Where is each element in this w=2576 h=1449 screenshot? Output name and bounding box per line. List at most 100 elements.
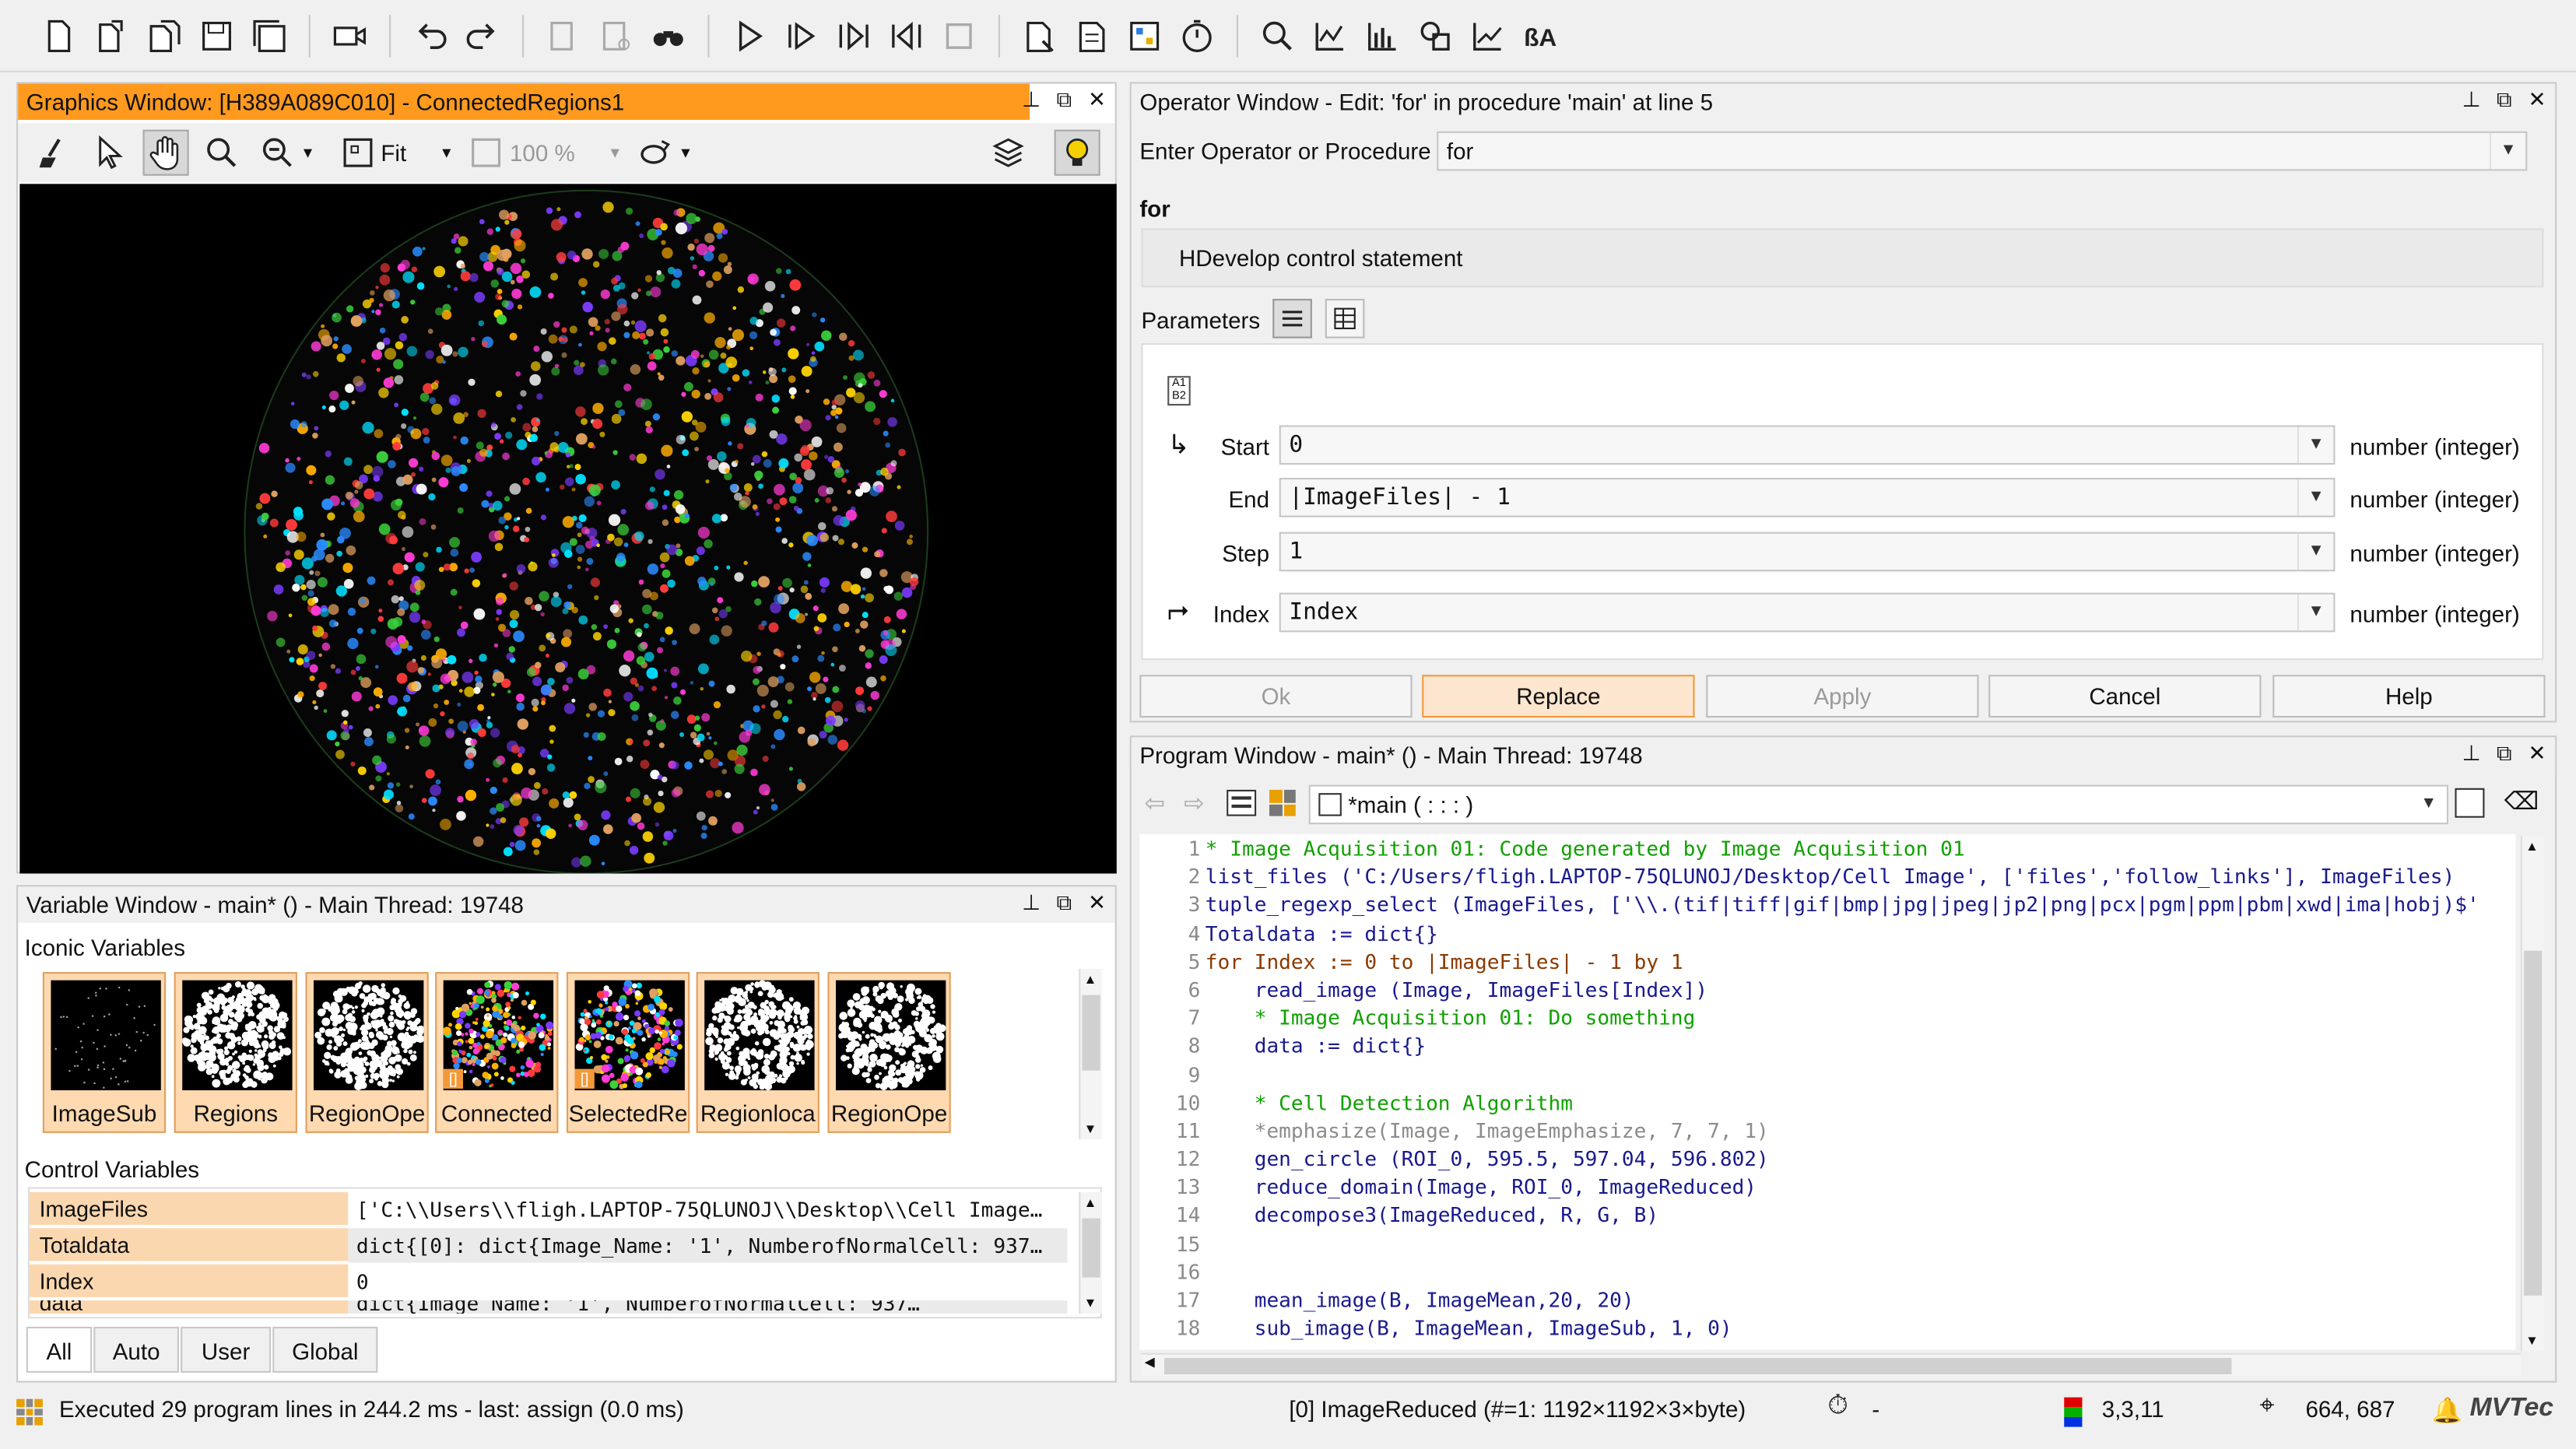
code-line[interactable]: 15 <box>1139 1230 2515 1258</box>
fit-label[interactable]: Fit <box>381 139 406 166</box>
code-line[interactable]: 10 * Cell Detection Algorithm <box>1139 1088 2515 1116</box>
open-file-icon[interactable] <box>89 12 135 58</box>
chevron-down-icon[interactable]: ▼ <box>608 145 623 161</box>
code-line[interactable]: 1 * Image Acquisition 01: Code generated … <box>1139 834 2515 862</box>
grid-icon[interactable] <box>1269 789 1296 816</box>
float-icon[interactable]: ⧉ <box>1053 890 1076 917</box>
open-example-icon[interactable] <box>141 12 187 58</box>
code-line[interactable]: 6 read_image (Image, ImageFiles[Index]) <box>1139 975 2515 1003</box>
hand-icon[interactable] <box>142 129 189 176</box>
scroll-down-icon[interactable]: ▼ <box>2525 1333 2539 1348</box>
chevron-down-icon[interactable]: ▼ <box>2489 132 2525 170</box>
scroll-up-icon[interactable]: ▲ <box>1084 972 1097 987</box>
tab-auto[interactable]: Auto <box>93 1326 179 1373</box>
new-file-icon[interactable] <box>36 12 82 58</box>
chevron-down-icon[interactable]: ▼ <box>439 145 454 161</box>
iconic-variable-thumb[interactable]: ImageSub <box>42 972 167 1133</box>
zoom-level-value[interactable]: 100 % <box>510 139 575 166</box>
code-line[interactable]: 9 <box>1139 1060 2515 1088</box>
zoom-out-icon[interactable] <box>254 130 300 176</box>
iconic-scrollbar[interactable]: ▲ ▼ <box>1079 968 1102 1140</box>
pin-icon[interactable]: ⊥ <box>1020 87 1043 114</box>
code-line[interactable]: 8 data := dict{} <box>1139 1032 2515 1060</box>
close-icon[interactable]: ✕ <box>2525 741 2549 767</box>
assistant-icon[interactable] <box>1016 12 1062 58</box>
iconic-variable-thumb[interactable]: Regionloca <box>696 972 819 1133</box>
table-view-icon[interactable] <box>1325 299 1365 339</box>
layers-icon[interactable] <box>985 130 1031 176</box>
chevron-down-icon[interactable]: ▼ <box>2410 787 2446 823</box>
cancel-button[interactable]: Cancel <box>1988 675 2262 718</box>
iconic-variable-thumb[interactable]: RegionOpe <box>827 972 951 1133</box>
float-icon[interactable]: ⧉ <box>2493 741 2516 767</box>
stop-icon[interactable] <box>936 12 982 58</box>
run-icon[interactable] <box>726 12 772 58</box>
code-line[interactable]: 2 list_files ('C:/Users/fligh.LAPTOP-75QL… <box>1139 862 2515 890</box>
code-line[interactable]: 4 Totaldata := dict{} <box>1139 919 2515 947</box>
chevron-down-icon[interactable]: ▼ <box>2297 426 2333 464</box>
float-icon[interactable]: ⧉ <box>1053 87 1076 114</box>
code-line[interactable]: 3 tuple_regexp_select (ImageFiles, ['\\.(… <box>1139 890 2515 918</box>
fit-icon[interactable] <box>335 130 381 176</box>
copy-procedure-icon[interactable] <box>2455 788 2485 818</box>
scroll-up-icon[interactable]: ▲ <box>1084 1195 1097 1210</box>
param-index-input[interactable]: Index ▼ <box>1279 592 2336 633</box>
chevron-down-icon[interactable]: ▼ <box>2297 479 2333 516</box>
param-step-input[interactable]: 1 ▼ <box>1279 532 2336 572</box>
scroll-thumb[interactable] <box>2524 950 2543 1296</box>
tab-global[interactable]: Global <box>272 1326 378 1373</box>
procedure-select[interactable]: *main ( : : : ) ▼ <box>1308 784 2449 825</box>
code-line[interactable]: 17 mean_image(B, ImageMean,20, 20) <box>1139 1286 2515 1314</box>
control-scrollbar[interactable]: ▲ ▼ <box>1079 1191 1102 1314</box>
close-icon[interactable]: ✕ <box>1086 890 1109 917</box>
lightbulb-icon[interactable] <box>1054 129 1100 176</box>
draw-mode-icon[interactable] <box>632 130 678 176</box>
code-line[interactable]: 7 * Image Acquisition 01: Do something <box>1139 1003 2515 1031</box>
scroll-thumb[interactable] <box>1163 1357 2232 1375</box>
clear-icon[interactable] <box>31 130 77 176</box>
clear-format-icon[interactable]: ⌫ <box>2504 787 2539 816</box>
close-icon[interactable]: ✕ <box>1086 87 1109 114</box>
image-canvas[interactable] <box>19 184 1117 874</box>
chevron-down-icon[interactable]: ▼ <box>2297 533 2333 570</box>
scroll-up-icon[interactable]: ▲ <box>2525 839 2539 854</box>
pin-icon[interactable]: ⊥ <box>1020 890 1043 917</box>
scroll-thumb[interactable] <box>1082 1218 1100 1278</box>
code-line[interactable]: 14 decompose3(ImageReduced, R, G, B) <box>1139 1201 2515 1229</box>
iconic-variable-thumb[interactable]: RegionOpe <box>305 972 429 1133</box>
save-icon[interactable] <box>194 12 240 58</box>
back-icon[interactable]: ⇦ <box>1145 788 1166 818</box>
code-editor[interactable]: 1 * Image Acquisition 01: Code generated … <box>1139 833 2516 1350</box>
help-button[interactable]: Help <box>2272 675 2546 718</box>
iconic-variable-thumb[interactable]: Regions <box>174 972 297 1133</box>
text-tool-icon[interactable]: ßA <box>1518 12 1563 58</box>
control-variable-row[interactable]: Index 0 <box>29 1264 1068 1300</box>
histogram-icon[interactable] <box>1307 12 1353 58</box>
code-line[interactable]: 5 for Index := 0 to |ImageFiles| - 1 by 1 <box>1139 947 2515 975</box>
float-icon[interactable]: ⧉ <box>2493 87 2516 114</box>
code-line[interactable]: 16 <box>1139 1258 2515 1286</box>
code-line[interactable]: 11 *emphasize(Image, ImageEmphasize, 7, … <box>1139 1117 2515 1145</box>
binoculars-icon[interactable] <box>645 12 691 58</box>
clipboard-icon[interactable] <box>1227 789 1257 816</box>
list-view-icon[interactable] <box>1272 299 1312 339</box>
pin-icon[interactable]: ⊥ <box>2460 87 2483 114</box>
close-icon[interactable]: ✕ <box>2525 87 2549 114</box>
tab-all[interactable]: All <box>26 1326 93 1373</box>
param-start-input[interactable]: 0 ▼ <box>1279 425 2336 465</box>
control-variable-row[interactable]: ImageFiles ['C:\\Users\\fligh.LAPTOP-75Q… <box>29 1191 1068 1227</box>
scroll-thumb[interactable] <box>1082 995 1100 1071</box>
feature-inspection-icon[interactable] <box>1413 12 1458 58</box>
step-into-icon[interactable] <box>831 12 877 58</box>
operator-input[interactable]: for ▼ <box>1437 131 2528 171</box>
redo-icon[interactable] <box>460 12 506 58</box>
param-end-input[interactable]: |ImageFiles| - 1 ▼ <box>1279 478 2336 518</box>
code-vertical-scrollbar[interactable]: ▲ ▼ <box>2520 835 2544 1352</box>
record-icon[interactable] <box>327 12 373 58</box>
zoom-icon[interactable] <box>1255 12 1300 58</box>
code-line[interactable]: 12 gen_circle (ROI_0, 595.5, 597.04, 596… <box>1139 1145 2515 1173</box>
replace-button[interactable]: Replace <box>1422 675 1695 718</box>
scroll-left-icon[interactable]: ◀ <box>1145 1355 1155 1370</box>
step-over-icon[interactable] <box>778 12 824 58</box>
code-line[interactable]: 13 reduce_domain(Image, ROI_0, ImageRedu… <box>1139 1173 2515 1201</box>
